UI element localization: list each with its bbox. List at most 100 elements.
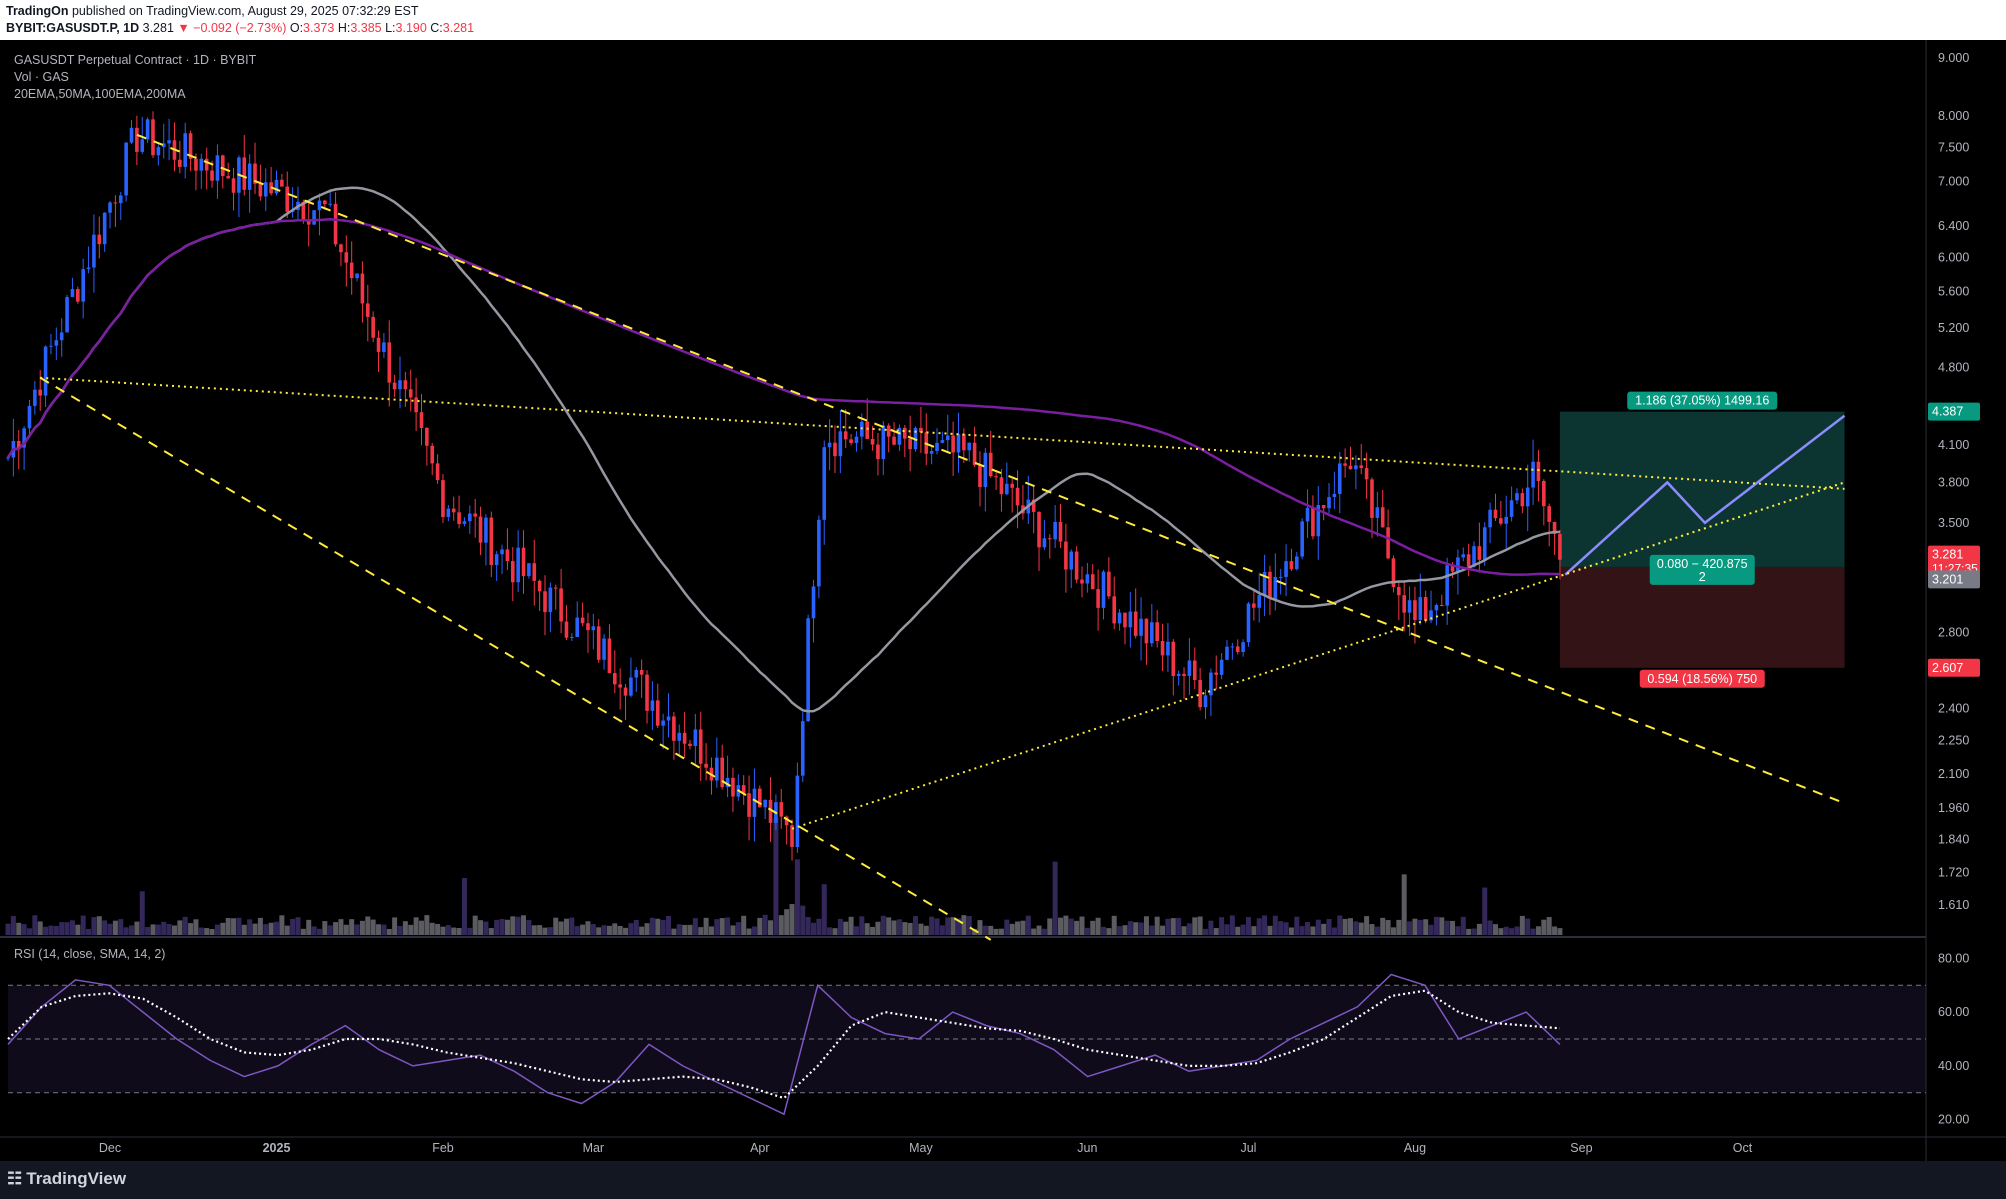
candle-body	[1327, 497, 1331, 509]
volume-bar	[1541, 919, 1547, 935]
volume-bar	[896, 919, 902, 935]
price-tick-label: 4.800	[1938, 360, 1969, 374]
candle-body	[113, 202, 118, 204]
volume-bar	[268, 922, 274, 935]
volume-bar	[789, 904, 795, 935]
candle-body	[698, 729, 703, 764]
volume-bar	[1015, 921, 1021, 935]
tradingview-logo[interactable]: ☷ TradingView	[7, 1169, 126, 1189]
volume-bar	[676, 924, 682, 935]
candle-body	[1445, 565, 1449, 606]
price-chart[interactable]: 1.186 (37.05%) 1499.160.080 − 420.87520.…	[0, 40, 2006, 1161]
candle-body	[1101, 571, 1106, 608]
position-tool[interactable]: 1.186 (37.05%) 1499.160.080 − 420.87520.…	[1559, 391, 1846, 688]
volume-bar	[478, 920, 484, 935]
candle-body	[1112, 596, 1117, 624]
volume-bar	[1278, 921, 1284, 935]
candle-body	[387, 342, 392, 383]
time-tick-label: Jul	[1240, 1141, 1256, 1155]
volume-bar	[1068, 918, 1074, 935]
volume-bar	[934, 918, 940, 935]
volume-bar	[1079, 916, 1085, 935]
candle-body	[1080, 579, 1084, 584]
volume-bar	[558, 921, 564, 935]
volume-bar	[671, 928, 677, 935]
volume-bar	[284, 925, 290, 935]
volume-bar	[1503, 926, 1509, 935]
stop-label: 0.594 (18.56%) 750	[1639, 669, 1765, 688]
candle-body	[548, 587, 553, 613]
volume-bar	[1380, 917, 1386, 935]
candle-body	[1542, 481, 1546, 507]
candle-body	[1558, 534, 1562, 560]
volume-bar	[880, 915, 886, 935]
candle-body	[715, 757, 719, 781]
candle-body	[1010, 483, 1014, 488]
candle-body	[124, 142, 128, 196]
volume-bar	[316, 928, 322, 935]
volume-bar	[939, 925, 945, 935]
volume-bar	[907, 922, 913, 935]
volume-bar	[37, 921, 43, 935]
volume-bar	[1154, 916, 1160, 935]
price-tick-label: 3.800	[1938, 475, 1969, 489]
candle-body	[365, 303, 370, 317]
volume-bar	[918, 923, 924, 935]
volume-bar	[698, 927, 704, 935]
target-price-tag: 4.387	[1932, 405, 1963, 419]
publisher-name[interactable]: TradingOn	[6, 4, 69, 18]
entry-label-text: 0.080 − 420.875	[1657, 557, 1748, 571]
candle-body	[27, 405, 32, 429]
candle-body	[215, 155, 220, 181]
candle-body	[280, 179, 284, 187]
price-tick-label: 3.500	[1938, 516, 1969, 530]
rsi-legend[interactable]: RSI (14, close, SMA, 14, 2)	[14, 947, 165, 961]
volume-bar	[209, 928, 215, 935]
candle-body	[1230, 646, 1235, 648]
volume-bar	[1229, 915, 1235, 935]
volume-bar	[488, 928, 494, 935]
candle-body	[838, 431, 843, 457]
price-tick-label: 1.610	[1938, 898, 1969, 912]
volume-bar	[102, 920, 108, 935]
volume-bar	[327, 925, 333, 935]
candle-body	[1176, 673, 1181, 676]
ma-legend[interactable]: 20EMA,50MA,100EMA,200MA	[14, 87, 186, 101]
candle-body	[795, 775, 800, 848]
volume-bar	[21, 924, 27, 935]
volume-bar	[553, 917, 559, 935]
volume-bar	[166, 923, 172, 935]
candle-body	[629, 677, 633, 696]
volume-legend[interactable]: Vol · GAS	[14, 70, 69, 84]
candle-body	[1219, 659, 1224, 675]
volume-bar	[746, 928, 752, 935]
candle-body	[1241, 642, 1245, 652]
candle-body	[1128, 611, 1133, 628]
candle-body	[247, 163, 252, 190]
volume-bar	[612, 923, 618, 935]
candle-body	[494, 554, 499, 566]
volume-bar	[472, 915, 478, 935]
candle-body	[1461, 554, 1466, 558]
volume-bar	[359, 920, 365, 935]
candle-body	[988, 452, 993, 477]
volume-bar	[139, 891, 145, 935]
candle-body	[1187, 660, 1192, 676]
candle-body	[580, 617, 585, 624]
open-value: 3.373	[303, 21, 335, 35]
volume-bar	[225, 917, 231, 935]
volume-bar	[1337, 915, 1343, 935]
stop-label-text: 0.594 (18.56%) 750	[1647, 672, 1757, 686]
volume-bar	[182, 916, 188, 935]
volume-bar	[188, 923, 194, 935]
volume-bar	[429, 922, 435, 935]
volume-bar	[1321, 923, 1327, 935]
volume-bar	[204, 928, 210, 935]
volume-bar	[80, 915, 86, 935]
tv-logo-icon: ☷	[7, 1169, 23, 1188]
volume-bar	[1552, 926, 1558, 935]
candle-body	[1466, 554, 1471, 567]
candle-body	[655, 700, 660, 726]
volume-bar	[1498, 928, 1504, 935]
candle-body	[902, 427, 907, 439]
